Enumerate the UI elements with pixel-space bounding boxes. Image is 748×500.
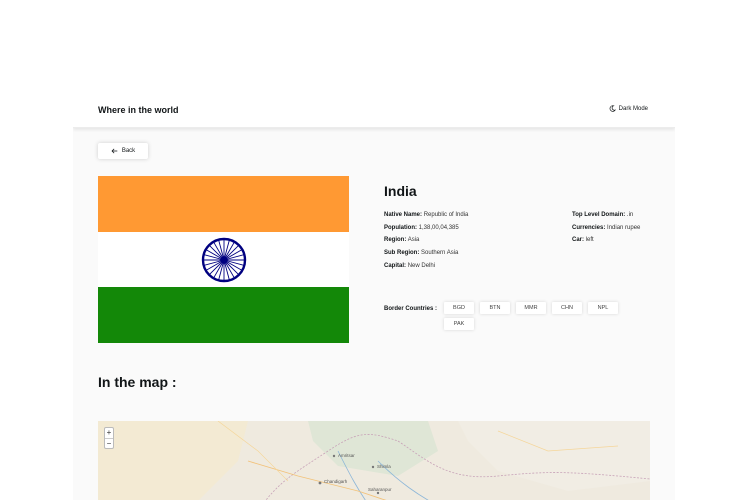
detail-row: Population: 1,38,00,04,385 xyxy=(384,222,468,235)
zoom-in-button[interactable]: + xyxy=(105,428,113,438)
arrow-left-icon xyxy=(111,148,118,154)
country-name: India xyxy=(384,183,417,199)
detail-label: Currencies: xyxy=(572,224,606,231)
border-country-chip[interactable]: PAK xyxy=(444,318,474,330)
country-details-primary: Native Name: Republic of India Population… xyxy=(384,209,468,273)
dark-mode-label: Dark Mode xyxy=(618,105,648,112)
dark-mode-toggle[interactable]: Dark Mode xyxy=(609,105,648,112)
detail-label: Population: xyxy=(384,224,417,231)
detail-value: 1,38,00,04,385 xyxy=(418,224,459,231)
country-map[interactable]: + − Chandigarh Amritsar Shimla Saharanpu… xyxy=(98,421,650,500)
detail-label: Top Level Domain: xyxy=(572,212,626,218)
app-container: Where in the world Dark Mode Back India … xyxy=(73,97,675,500)
detail-row: Sub Region: Southern Asia xyxy=(384,247,468,260)
moon-icon xyxy=(609,105,616,112)
flag-stripe-green xyxy=(98,287,349,343)
detail-value: Republic of India xyxy=(423,212,469,218)
border-country-chip[interactable]: NPL xyxy=(588,302,618,314)
detail-value: New Delhi xyxy=(407,262,436,269)
country-flag xyxy=(98,176,349,343)
border-country-chip[interactable]: BTN xyxy=(480,302,510,314)
zoom-out-button[interactable]: − xyxy=(105,438,113,448)
map-zoom-control: + − xyxy=(104,427,114,449)
map-label: Chandigarh xyxy=(324,479,348,484)
detail-value: left xyxy=(585,237,594,244)
detail-label: Sub Region: xyxy=(384,250,420,257)
detail-row: Car: left xyxy=(572,234,640,247)
country-details-secondary: Top Level Domain: .in Currencies: Indian … xyxy=(572,209,640,247)
ashoka-chakra-icon xyxy=(201,237,246,282)
detail-value: Indian rupee xyxy=(607,224,641,231)
border-countries-label: Border Countries : xyxy=(384,306,438,312)
border-country-list: BGD BTN MMR CHN NPL PAK xyxy=(444,302,644,330)
detail-label: Capital: xyxy=(384,262,407,269)
border-country-chip[interactable]: CHN xyxy=(552,302,582,314)
border-country-chip[interactable]: MMR xyxy=(516,302,546,314)
back-button[interactable]: Back xyxy=(98,143,148,159)
detail-row: Top Level Domain: .in xyxy=(572,209,640,222)
detail-row: Currencies: Indian rupee xyxy=(572,222,640,235)
detail-row: Capital: New Delhi xyxy=(384,260,468,273)
map-label: Saharanpur xyxy=(368,487,392,492)
detail-row: Region: Asia xyxy=(384,234,468,247)
border-country-chip[interactable]: BGD xyxy=(444,302,474,314)
detail-value: .in xyxy=(626,212,634,218)
map-label: Amritsar xyxy=(338,453,355,458)
map-label: Shimla xyxy=(377,464,391,469)
detail-value: Southern Asia xyxy=(421,250,459,257)
map-heading: In the map : xyxy=(98,374,177,390)
back-label: Back xyxy=(121,148,136,154)
detail-label: Region: xyxy=(384,237,407,244)
detail-label: Native Name: xyxy=(384,212,423,218)
detail-value: Asia xyxy=(407,237,420,244)
detail-label: Car: xyxy=(572,237,585,244)
top-header: Where in the world Dark Mode xyxy=(73,97,675,128)
flag-stripe-saffron xyxy=(98,176,349,232)
detail-row: Native Name: Republic of India xyxy=(384,209,468,222)
app-title: Where in the world xyxy=(98,105,179,115)
